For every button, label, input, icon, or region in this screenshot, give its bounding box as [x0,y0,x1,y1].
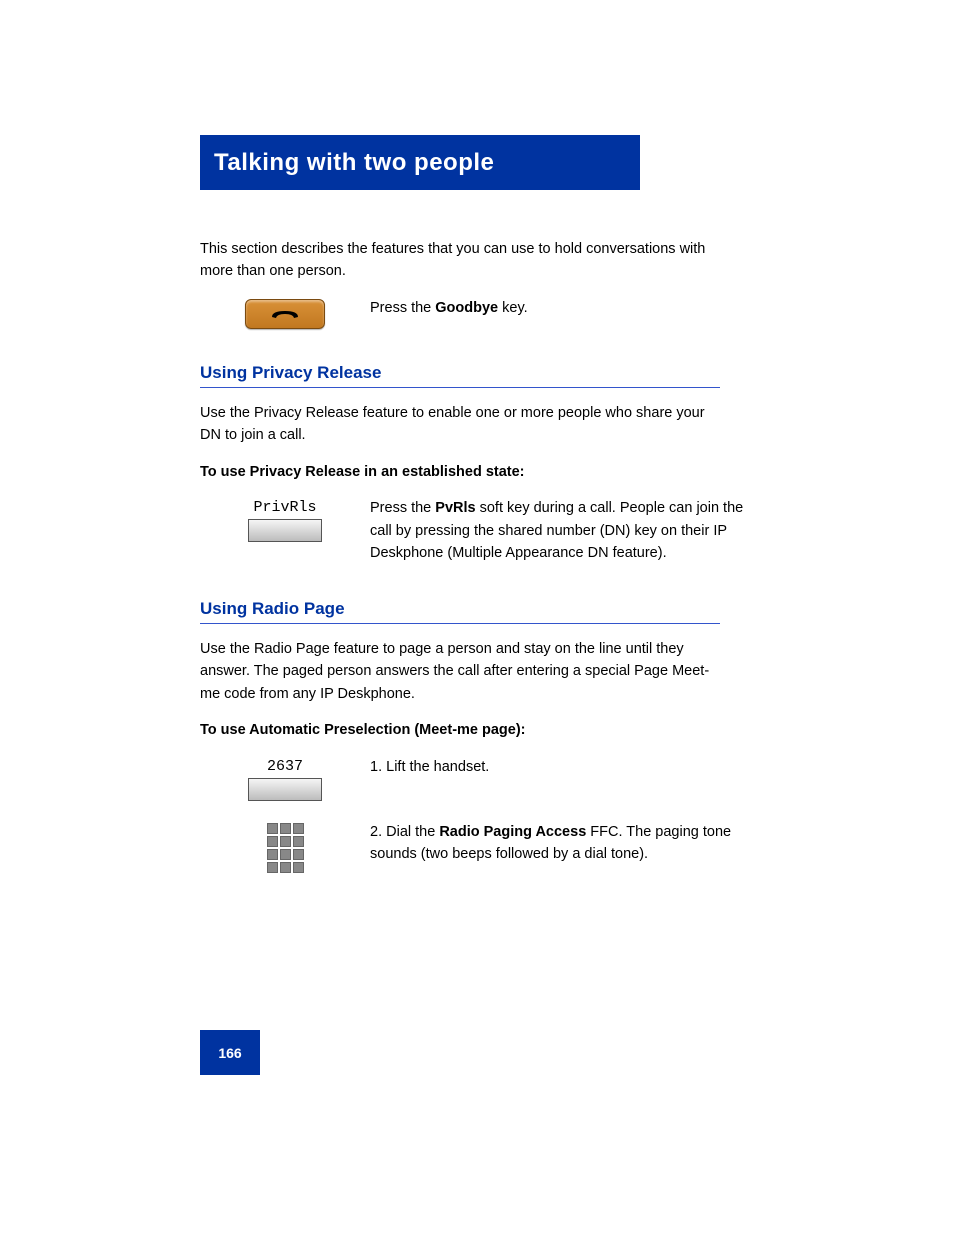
privacy-para1: Use the Privacy Release feature to enabl… [200,402,720,447]
radio-step1-text: 1. Lift the handset. [370,756,754,778]
keypad-icon [267,823,304,873]
step-key: Goodbye [435,300,498,316]
step-prefix: Press the [370,500,435,516]
step-key: PvRls [435,500,475,516]
section-heading-privacy: Using Privacy Release [200,363,720,388]
step-body: Lift the handset. [386,759,489,775]
privrls-label: PrivRls [253,499,316,516]
section-heading-radio: Using Radio Page [200,599,720,624]
radio-para1: Use the Radio Page feature to page a per… [200,638,720,705]
goodbye-key-icon [245,299,325,329]
step-num: 1. [370,759,382,775]
privrls-step-row: PrivRls Press the PvRls soft key during … [200,497,754,564]
radio-para2: To use Automatic Preselection (Meet-me p… [200,719,720,741]
goodbye-step-text: Press the Goodbye key. [370,297,754,319]
dn-label: 2637 [267,758,303,775]
page-title: Talking with two people [214,149,494,177]
radio-step2-text: 2. Dial the Radio Paging Access FFC. The… [370,821,754,866]
step-num: 2. [370,824,382,840]
privacy-para2: To use Privacy Release in an established… [200,461,720,483]
step-suffix: key. [498,300,528,316]
step-key: Radio Paging Access [439,824,586,840]
step-prefix: Press the [370,300,435,316]
step-prefix: Dial the [386,824,439,840]
privrls-soft-button [248,519,322,542]
privrls-step-text: Press the PvRls soft key during a call. … [370,497,754,564]
radio-step2-row: 2. Dial the Radio Paging Access FFC. The… [200,821,754,873]
page-number: 166 [200,1030,260,1075]
radio-step1-row: 2637 1. Lift the handset. [200,756,754,801]
intro-paragraph: This section describes the features that… [200,238,720,283]
goodbye-step-row: Press the Goodbye key. [200,297,754,329]
title-bar: Talking with two people [200,135,640,190]
dn-soft-button [248,778,322,801]
